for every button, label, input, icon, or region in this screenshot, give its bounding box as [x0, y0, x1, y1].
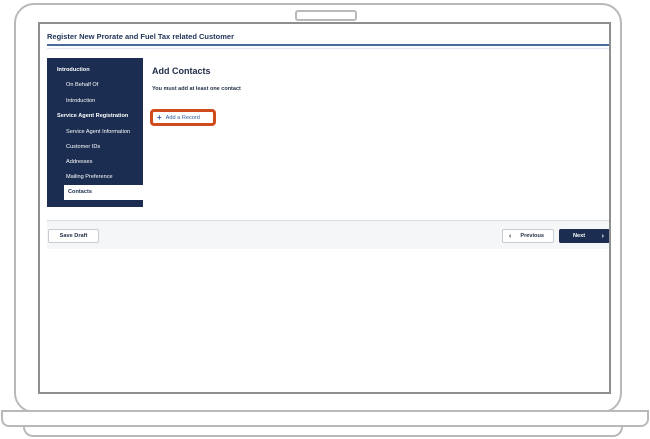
sidebar-item-mailing-preference[interactable]: Mailing Preference [47, 170, 143, 185]
save-draft-label: Save Draft [59, 233, 88, 239]
chevron-left-icon: ‹ [509, 232, 512, 240]
wizard-sidebar: Introduction On Behalf Of Introduction S… [47, 58, 144, 207]
sidebar-section-service-agent-registration[interactable]: Service Agent Registration [47, 109, 143, 124]
laptop-screen: Register New Prorate and Fuel Tax relate… [38, 22, 611, 394]
previous-button[interactable]: ‹ Previous [502, 229, 554, 243]
sidebar-item-customer-ids[interactable]: Customer IDs [47, 140, 143, 155]
title-divider-light [47, 48, 609, 49]
chevron-right-icon: › [601, 233, 604, 240]
add-record-label: Add a Record [165, 114, 200, 121]
validation-note: You must add at least one contact [152, 86, 241, 92]
previous-label: Previous [520, 233, 544, 239]
next-label: Next [573, 233, 586, 239]
title-divider [47, 44, 609, 46]
plus-icon: + [157, 112, 162, 122]
save-draft-button[interactable]: Save Draft [48, 229, 99, 243]
section-heading: Add Contacts [152, 66, 211, 76]
sidebar-section-introduction[interactable]: Introduction [47, 63, 143, 78]
sidebar-item-on-behalf-of[interactable]: On Behalf Of [47, 78, 143, 93]
next-button[interactable]: Next › [559, 229, 609, 243]
add-record-button[interactable]: + Add a Record [150, 109, 216, 126]
laptop-camera-notch [295, 10, 357, 21]
sidebar-item-service-agent-information[interactable]: Service Agent Information [47, 125, 143, 140]
sidebar-item-addresses[interactable]: Addresses [47, 155, 143, 170]
page-title: Register New Prorate and Fuel Tax relate… [47, 32, 234, 41]
sidebar-item-contacts[interactable]: Contacts [64, 185, 144, 200]
sidebar-item-introduction[interactable]: Introduction [47, 94, 143, 109]
laptop-foot [23, 425, 623, 437]
